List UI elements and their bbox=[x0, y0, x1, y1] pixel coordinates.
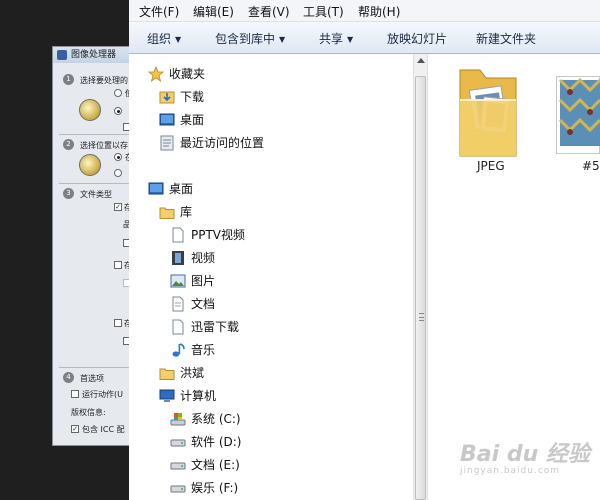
document-icon bbox=[172, 319, 184, 335]
watermark-brand: Bai du 经验 bbox=[460, 442, 590, 467]
menu-tools[interactable]: 工具(T) bbox=[303, 3, 344, 20]
nav-libraries-label: 库 bbox=[180, 205, 193, 219]
menu-help[interactable]: 帮助(H) bbox=[358, 3, 400, 20]
chevron-down-icon: ▼ bbox=[175, 35, 182, 44]
navigation-pane: 收藏夹 下载 桌面 最近访问的位置 桌面 库 PPTV视频 视频 图片 文档 迅… bbox=[129, 54, 413, 500]
drive-icon bbox=[170, 462, 186, 470]
nav-desktop-label: 桌面 bbox=[180, 113, 205, 127]
new-folder-button[interactable]: 新建文件夹 bbox=[476, 30, 536, 47]
organize-label: 组织 bbox=[147, 32, 172, 46]
nav-user-label: 洪斌 bbox=[180, 366, 205, 380]
scroll-up-arrow-icon[interactable] bbox=[417, 58, 425, 63]
nav-desktop-root-label: 桌面 bbox=[169, 182, 194, 196]
navigation-scrollbar[interactable] bbox=[413, 54, 428, 500]
checkbox-save-psd[interactable] bbox=[114, 261, 122, 269]
download-folder-icon bbox=[159, 91, 175, 104]
command-bar: 组织 ▼ 包含到库中 ▼ 共享 ▼ 放映幻灯片 新建文件夹 bbox=[129, 22, 600, 54]
file-tile-jpeg-folder[interactable]: JPEG bbox=[438, 54, 538, 184]
include-in-library-button[interactable]: 包含到库中 ▼ bbox=[215, 30, 285, 47]
run-action-label: 运行动作(U bbox=[82, 390, 123, 399]
document-icon bbox=[172, 227, 184, 243]
nav-drive-f-label: 娱乐 (F:) bbox=[191, 481, 239, 495]
image-thumbnail-icon bbox=[556, 76, 600, 154]
radio-select-folder[interactable] bbox=[114, 107, 122, 115]
watermark-url: jingyan.baidu.com bbox=[460, 466, 561, 476]
file-name-57: #57 bbox=[582, 159, 600, 173]
nav-pictures-label: 图片 bbox=[191, 274, 216, 288]
nav-videos-label: 视频 bbox=[191, 251, 216, 265]
photoshop-icon bbox=[57, 50, 67, 60]
radio-save-other[interactable] bbox=[114, 169, 122, 177]
radio-save-same[interactable] bbox=[114, 153, 122, 161]
radio-use-open[interactable] bbox=[114, 89, 122, 97]
user-folder-icon bbox=[159, 368, 175, 380]
step-1-number: 1 bbox=[63, 74, 74, 85]
nav-pptv-label: PPTV视频 bbox=[191, 228, 246, 242]
file-name-jpeg: JPEG bbox=[477, 159, 505, 173]
explorer-window: 文件(F) 编辑(E) 查看(V) 工具(T) 帮助(H) 组织 ▼ 包含到库中 ▼… bbox=[129, 0, 600, 500]
menu-view[interactable]: 查看(V) bbox=[248, 3, 290, 20]
nav-recent-label: 最近访问的位置 bbox=[180, 136, 265, 150]
drive-icon bbox=[170, 485, 186, 493]
nav-drive-d-label: 软件 (D:) bbox=[191, 435, 242, 449]
step-3-number: 3 bbox=[63, 188, 74, 199]
save-location-icon bbox=[79, 154, 101, 176]
film-icon bbox=[172, 251, 184, 265]
menu-file[interactable]: 文件(F) bbox=[139, 3, 179, 20]
share-button[interactable]: 共享 ▼ bbox=[319, 30, 353, 47]
checkbox-save-tiff[interactable] bbox=[114, 319, 122, 327]
system-drive-icon bbox=[170, 413, 186, 426]
chevron-down-icon: ▼ bbox=[347, 35, 354, 44]
nav-music-label: 音乐 bbox=[191, 343, 216, 357]
icc-label: 包含 ICC 配 bbox=[82, 425, 125, 434]
include-library-label: 包含到库中 bbox=[215, 32, 276, 46]
grip-icon bbox=[419, 313, 424, 321]
nav-xunlei-label: 迅雷下载 bbox=[191, 320, 240, 334]
recent-places-icon bbox=[160, 135, 174, 151]
scroll-thumb[interactable] bbox=[415, 76, 426, 500]
document-icon bbox=[172, 296, 184, 312]
slideshow-button[interactable]: 放映幻灯片 bbox=[387, 30, 447, 47]
baidu-watermark: Bai du 经验 jingyan.baidu.com bbox=[460, 436, 600, 486]
checkbox-save-jpeg[interactable]: ✓ bbox=[114, 203, 122, 211]
nav-documents-label: 文档 bbox=[191, 297, 216, 311]
step-4-number: 4 bbox=[63, 372, 74, 383]
star-icon bbox=[148, 66, 164, 82]
nav-favorites-label: 收藏夹 bbox=[169, 67, 206, 81]
nav-drive-c-label: 系统 (C:) bbox=[191, 412, 241, 426]
step-2-number: 2 bbox=[63, 139, 74, 150]
music-note-icon bbox=[172, 343, 185, 357]
computer-icon bbox=[159, 389, 175, 402]
menu-edit[interactable]: 编辑(E) bbox=[193, 3, 234, 20]
picture-icon bbox=[170, 274, 186, 288]
nav-drive-e-label: 文档 (E:) bbox=[191, 458, 240, 472]
nav-downloads-label: 下载 bbox=[180, 90, 205, 104]
checkbox-icc[interactable]: ✓ bbox=[71, 425, 79, 433]
copyright-label: 版权信息: bbox=[71, 408, 106, 417]
file-list: JPEG #57 bbox=[428, 54, 600, 500]
chevron-down-icon: ▼ bbox=[279, 35, 286, 44]
desktop-icon bbox=[148, 182, 164, 195]
menu-bar: 文件(F) 编辑(E) 查看(V) 工具(T) 帮助(H) bbox=[129, 0, 600, 22]
nav-computer-label: 计算机 bbox=[180, 389, 217, 403]
organize-button[interactable]: 组织 ▼ bbox=[147, 30, 181, 47]
file-tile-image-57[interactable]: #57 bbox=[556, 54, 600, 184]
library-icon bbox=[159, 207, 175, 219]
drive-icon bbox=[170, 439, 186, 447]
desktop-icon bbox=[159, 113, 175, 126]
image-processor-title: 图像处理器 bbox=[71, 50, 117, 60]
checkbox-run-action[interactable] bbox=[71, 390, 79, 398]
folder-icon bbox=[459, 69, 517, 157]
share-label: 共享 bbox=[319, 32, 344, 46]
open-images-icon bbox=[79, 99, 101, 121]
